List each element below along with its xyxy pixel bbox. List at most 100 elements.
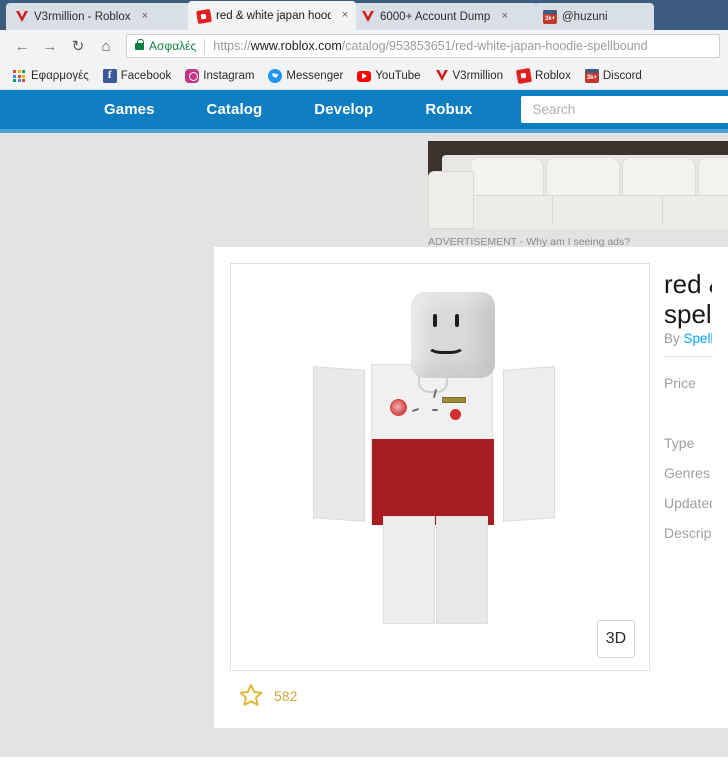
avatar-smile — [427, 334, 465, 354]
home-icon[interactable]: ⌂ — [92, 32, 120, 60]
view-3d-button[interactable]: 3D — [597, 620, 635, 658]
hoodie-detail-stitch — [432, 388, 438, 399]
huzuni-3k-icon: 3k+ — [543, 9, 557, 24]
field-label: Price — [664, 375, 696, 391]
bookmark-discord[interactable]: 3k+ Discord — [578, 68, 649, 83]
nav-link-develop[interactable]: Develop — [288, 101, 399, 118]
bookmark-instagram[interactable]: Instagram — [178, 68, 261, 83]
bookmark-label: Instagram — [203, 69, 255, 82]
hoodie-red-band — [372, 439, 494, 525]
address-bar[interactable]: Ασφαλές https://www.roblox.com/catalog/9… — [126, 34, 720, 58]
bookmark-messenger[interactable]: Messenger — [261, 68, 350, 83]
browser-tab[interactable]: V3rmillion - Roblox × — [6, 3, 192, 30]
avatar-right-arm — [503, 366, 555, 522]
youtube-icon — [357, 70, 372, 82]
tab-strip: V3rmillion - Roblox × red & white japan … — [0, 0, 728, 30]
field-label: Type — [664, 435, 695, 451]
roblox-logo-icon[interactable] — [40, 96, 44, 123]
tab-title: V3rmillion - Roblox — [34, 10, 131, 23]
page-content: ADVERTISEMENT - Why am I seeing ads? 3D … — [0, 133, 728, 757]
back-icon[interactable]: ← — [8, 32, 36, 60]
ad-sofa-cushion — [622, 157, 696, 199]
item-title-line2: spellb — [664, 299, 712, 329]
bookmark-label: V3rmillion — [452, 69, 504, 82]
hoodie-detail-stitch — [432, 409, 438, 411]
item-creator-line: By Spellbo — [664, 331, 712, 346]
url-scheme: https:// — [213, 39, 251, 53]
nav-link-games[interactable]: Games — [78, 101, 181, 118]
huzuni-3k-icon-label: 3k+ — [586, 74, 597, 81]
ad-sofa-cushion — [546, 157, 620, 199]
field-type: Type — [664, 435, 712, 451]
bookmark-label: Messenger — [286, 69, 344, 82]
avatar-eye — [455, 314, 459, 327]
item-title-line1: red & — [664, 269, 712, 299]
v3rmillion-icon — [15, 10, 29, 24]
tab-close-icon[interactable]: × — [499, 11, 510, 22]
hoodie-red-dot-graphic — [450, 409, 461, 420]
bookmark-apps[interactable]: Εφαρμογές — [6, 69, 96, 82]
bookmark-youtube[interactable]: YouTube — [350, 69, 427, 82]
huzuni-3k-icon: 3k+ — [584, 68, 599, 83]
lock-icon — [135, 38, 144, 50]
facebook-icon: f — [102, 68, 117, 83]
field-genres: Genres — [664, 465, 712, 481]
field-updated: Updated — [664, 495, 712, 511]
instagram-icon — [185, 68, 200, 83]
nav-link-robux[interactable]: Robux — [399, 101, 498, 118]
browser-chrome: V3rmillion - Roblox × red & white japan … — [0, 0, 728, 90]
nav-link-catalog[interactable]: Catalog — [181, 101, 289, 118]
tab-close-icon[interactable]: × — [140, 11, 151, 22]
field-price: Price — [664, 375, 712, 391]
avatar-head — [411, 292, 495, 378]
search-box[interactable] — [520, 96, 728, 123]
avatar-torso — [371, 364, 494, 525]
creator-link[interactable]: Spellbo — [684, 331, 712, 346]
ad-sofa — [442, 155, 728, 229]
favorites-count: 582 — [274, 687, 298, 704]
browser-tab[interactable]: 3k+ @huzuni — [534, 3, 654, 30]
advertisement-image[interactable] — [428, 141, 728, 229]
forward-icon[interactable]: → — [36, 32, 64, 60]
page-bottom-strip — [0, 735, 728, 757]
omnibox-divider — [204, 38, 206, 54]
star-icon[interactable] — [238, 683, 264, 708]
bookmark-label: Discord — [602, 69, 642, 82]
url-path: /catalog/953853651/red-white-japan-hoodi… — [341, 39, 648, 53]
avatar-right-leg — [436, 516, 488, 624]
avatar-render — [231, 264, 649, 670]
v3rmillion-icon — [435, 69, 449, 83]
item-title: red & spellb — [664, 269, 712, 329]
field-description: Description — [664, 525, 712, 541]
bookmark-facebook[interactable]: f Facebook — [96, 68, 179, 83]
reload-icon[interactable]: ↻ — [64, 32, 92, 60]
hoodie-detail-stitch — [411, 407, 420, 413]
browser-tab[interactable]: 6000+ Account Dump × — [352, 3, 538, 30]
advertisement[interactable]: ADVERTISEMENT - Why am I seeing ads? — [428, 141, 728, 251]
hoodie-rose-graphic — [390, 399, 407, 416]
bookmark-v3rmillion[interactable]: V3rmillion — [428, 69, 511, 83]
bookmark-label: Roblox — [535, 69, 571, 82]
roblox-icon — [516, 67, 533, 85]
avatar-left-arm — [313, 366, 365, 522]
item-thumbnail-column: 3D 582 — [230, 263, 650, 712]
bookmark-label: Εφαρμογές — [31, 69, 89, 82]
browser-toolbar: ← → ↻ ⌂ Ασφαλές https://www.roblox.com/c… — [0, 30, 728, 62]
tab-close-icon[interactable]: × — [340, 10, 350, 21]
tab-title: 6000+ Account Dump — [380, 10, 491, 23]
roblox-icon — [196, 8, 212, 24]
hoodie-gold-bar-graphic — [442, 397, 466, 403]
item-detail-card: 3D 582 red & spellb By Spellbo Price Typ… — [214, 247, 728, 728]
v3rmillion-icon — [361, 10, 375, 24]
field-label: Description — [664, 525, 712, 541]
bookmark-roblox[interactable]: Roblox — [510, 67, 578, 85]
roblox-navigation-bar: Games Catalog Develop Robux — [0, 90, 728, 129]
browser-tab-active[interactable]: red & white japan hoodie × — [188, 1, 356, 30]
item-thumbnail[interactable]: 3D — [230, 263, 650, 671]
address-bar-url: https://www.roblox.com/catalog/953853651… — [213, 39, 647, 53]
tab-title: red & white japan hoodie — [216, 9, 331, 22]
search-input[interactable] — [530, 101, 728, 118]
tab-title: @huzuni — [562, 10, 608, 23]
huzuni-3k-icon-label: 3k+ — [544, 15, 556, 22]
field-label: Updated — [664, 495, 712, 511]
